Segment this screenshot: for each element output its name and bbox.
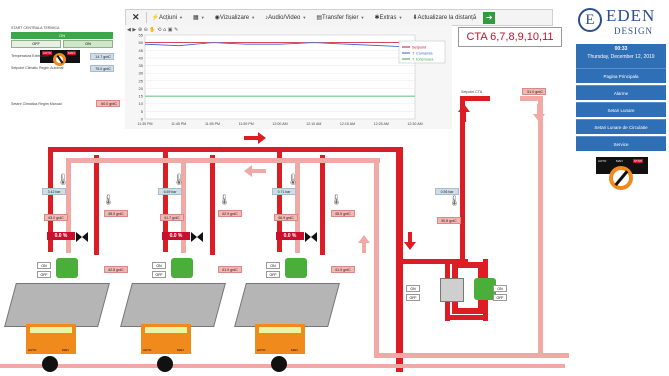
boiler3-off-button[interactable]: OFF (266, 271, 280, 278)
boiler1-panel: AUTO MAN (26, 324, 76, 354)
sys-man-label: MAN (616, 159, 623, 163)
boiler2-panel: AUTO MAN (141, 324, 191, 354)
system-mode-dial[interactable] (609, 166, 633, 190)
cta-on-button[interactable]: ON (406, 285, 420, 292)
boiler2-auto-label: AUTO (143, 348, 152, 352)
boilers-layer: 3.42 bar 🌡 🌡 63.0 grdC 68.0 grdC 0.0 % O… (0, 0, 669, 376)
boiler2-dial[interactable] (157, 356, 173, 372)
boiler2-valve-icon[interactable] (191, 230, 203, 242)
cta-temp: 50.8 grdC (437, 217, 461, 224)
sys-auto-label: AUTO (598, 159, 607, 163)
boiler2-body (120, 283, 226, 327)
cta-pressure: 0.56 bar (435, 188, 459, 195)
boiler2-temp-in: 61.7 grdC (160, 214, 184, 221)
cta-off2-button[interactable]: OFF (493, 294, 507, 301)
cta-on2-button[interactable]: ON (493, 285, 507, 292)
boiler3-pressure: 0.71 bar (272, 188, 296, 195)
boiler3-panel: AUTO MAN (255, 324, 305, 354)
boiler3-temp-ret: 61.9 grdC (331, 266, 355, 273)
boiler1-valve-icon[interactable] (76, 230, 88, 242)
boiler2-valve-pct: 0.0 % (162, 232, 190, 240)
boiler2-on-button[interactable]: ON (152, 262, 166, 269)
boiler3-temp-in: 66.9 grdC (274, 214, 298, 221)
boiler2-man-label: MAN (177, 348, 184, 352)
clock-time: 00:33 (614, 46, 628, 52)
boiler3-dial[interactable] (271, 356, 287, 372)
boiler1-off-button[interactable]: OFF (37, 271, 51, 278)
logo-eden: EDEN (606, 6, 656, 25)
logo-design: DESIGN (614, 26, 653, 36)
boiler1-pressure: 3.42 bar (42, 188, 66, 195)
nav-main-page[interactable]: Pagina Principala (576, 68, 666, 83)
boiler1-gauge-icon: 🌡 (56, 174, 70, 186)
boiler1-temp-out: 68.0 grdC (104, 210, 128, 217)
boiler3-valve-pct: 0.0 % (276, 232, 304, 240)
boiler3-on-button[interactable]: ON (266, 262, 280, 269)
boiler2-gauge-icon: 🌡 (172, 174, 186, 186)
nav-alarms[interactable]: Alarme (576, 85, 666, 100)
boiler3-sensor-icon: 🌡 (330, 195, 343, 206)
boiler2-off-button[interactable]: OFF (152, 271, 166, 278)
boiler1-pump-icon[interactable] (56, 258, 78, 278)
cta-off-button[interactable]: OFF (406, 294, 420, 301)
clock-date: Thursday, December 12, 2019 (587, 54, 655, 60)
boiler3-auto-label: AUTO (257, 348, 266, 352)
nav-monthly-settings[interactable]: Setari Lunare (576, 102, 666, 117)
boiler1-man-label: MAN (62, 348, 69, 352)
cta-pump-left-icon[interactable] (440, 278, 464, 302)
boiler1-body (4, 283, 110, 327)
boiler2-temp-out: 62.9 grdC (218, 210, 242, 217)
boiler1-valve-pct: 0.0 % (47, 232, 75, 240)
boiler3-valve-icon[interactable] (305, 230, 317, 242)
boiler1-dial[interactable] (42, 356, 58, 372)
boiler1-temp-in: 63.0 grdC (44, 214, 68, 221)
logo-mark: E (578, 8, 602, 32)
boiler2-pump-icon[interactable] (171, 258, 193, 278)
boiler3-gauge-icon: 🌡 (286, 174, 300, 186)
nav-circulation-settings[interactable]: Setari Lunare de Circulatie (576, 119, 666, 134)
logo: E EDEN DESIGN (574, 0, 669, 44)
boiler1-sensor-icon: 🌡 (102, 195, 115, 206)
boiler2-pressure: 6.69 bar (158, 188, 182, 195)
nav-service[interactable]: Service (576, 136, 666, 151)
boiler3-pump-icon[interactable] (285, 258, 307, 278)
sys-stop-label: STOP (633, 159, 644, 163)
boiler2-temp-ret: 61.9 grdC (218, 266, 242, 273)
boiler3-temp-out: 65.5 grdC (331, 210, 355, 217)
boiler2-sensor-icon: 🌡 (218, 195, 231, 206)
boiler1-on-button[interactable]: ON (37, 262, 51, 269)
boiler1-temp-ret: 62.8 grdC (104, 266, 128, 273)
datetime-panel: 00:33 Thursday, December 12, 2019 (576, 44, 666, 68)
boiler3-man-label: MAN (291, 348, 298, 352)
boiler1-auto-label: AUTO (28, 348, 37, 352)
cta-gauge-icon: 🌡 (448, 196, 461, 207)
boiler3-body (234, 283, 340, 327)
